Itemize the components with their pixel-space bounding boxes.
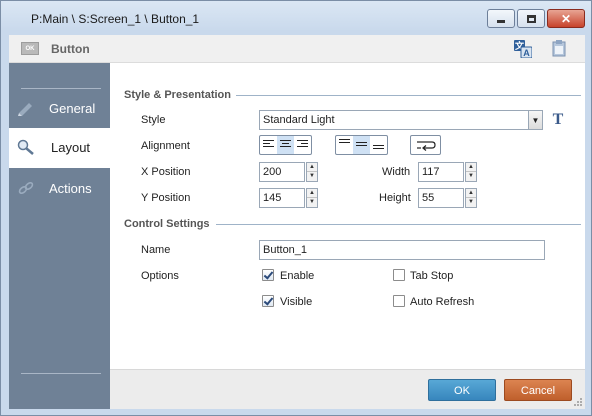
align-top-icon [339,139,350,145]
name-value: Button_1 [263,244,308,256]
button-control-icon: OK [21,42,39,55]
dialog-window: P:Main \ S:Screen_1 \ Button_1 ✕ OK Butt… [0,0,592,416]
svg-text:A: A [523,48,530,58]
name-field[interactable]: Button_1 [259,240,545,260]
close-button[interactable]: ✕ [547,9,585,28]
page-title: Button [51,42,90,56]
spin-down-icon[interactable]: ▼ [466,198,476,207]
align-top-button[interactable] [336,136,353,154]
width-stepper[interactable]: ▲ ▼ [465,162,477,182]
sidebar-item-general[interactable]: General [9,89,110,129]
y-position-input[interactable]: 145 [259,188,305,208]
section-style-presentation: Style & Presentation [124,89,231,101]
sidebar-item-actions[interactable]: Actions [9,169,110,209]
spin-up-icon[interactable]: ▲ [307,163,317,172]
height-value: 55 [422,192,435,204]
y-position-label: Y Position [141,192,191,204]
window-title: P:Main \ S:Screen_1 \ Button_1 [31,12,200,26]
section-divider [216,224,581,225]
height-input[interactable]: 55 [418,188,464,208]
dialog-header: OK Button 文 A [9,35,585,63]
sidebar-item-label: Layout [51,140,91,155]
x-position-stepper[interactable]: ▲ ▼ [306,162,318,182]
sidebar: General Layout Actions [9,63,110,409]
dialog-footer: OK Cancel [110,369,585,409]
x-position-input[interactable]: 200 [259,162,305,182]
tab-stop-checkbox[interactable] [393,269,405,281]
visible-label: Visible [280,296,313,308]
spin-up-icon[interactable]: ▲ [466,189,476,198]
spin-down-icon[interactable]: ▼ [307,172,317,181]
minimize-button[interactable] [487,9,515,28]
tab-stop-label: Tab Stop [410,270,454,282]
align-middle-button[interactable] [353,136,370,154]
translate-icon[interactable]: 文 A [514,40,532,58]
maximize-icon [526,14,536,23]
align-left-icon [263,140,274,149]
clipboard-icon[interactable] [552,40,566,57]
visible-checkbox[interactable] [262,295,274,307]
vertical-alignment-group [335,135,388,155]
section-divider [236,95,581,96]
minimize-icon [497,20,505,23]
height-stepper[interactable]: ▲ ▼ [465,188,477,208]
spin-down-icon[interactable]: ▼ [466,172,476,181]
spin-up-icon[interactable]: ▲ [466,163,476,172]
style-select-value: Standard Light [263,114,335,126]
horizontal-alignment-group [259,135,312,155]
enable-label: Enable [280,270,315,282]
align-right-button[interactable] [294,136,311,154]
title-bar[interactable]: P:Main \ S:Screen_1 \ Button_1 ✕ [1,1,591,35]
style-select[interactable]: Standard Light ▼ [259,110,543,130]
x-position-value: 200 [263,166,282,178]
cancel-button[interactable]: Cancel [504,379,572,401]
auto-refresh-checkbox[interactable] [393,295,405,307]
y-position-stepper[interactable]: ▲ ▼ [306,188,318,208]
chevron-down-icon[interactable]: ▼ [528,111,542,129]
close-icon: ✕ [560,11,572,26]
sidebar-item-layout[interactable]: Layout [9,128,110,168]
x-position-label: X Position [141,166,191,178]
name-label: Name [141,244,171,256]
style-label: Style [141,114,166,126]
ok-button[interactable]: OK [428,379,496,401]
sidebar-item-label: Actions [49,181,92,196]
text-style-button[interactable]: T [549,111,567,129]
align-bottom-button[interactable] [370,136,387,154]
width-value: 117 [422,166,440,178]
align-middle-icon [356,142,367,148]
width-input[interactable]: 117 [418,162,464,182]
width-label: Width [382,166,411,178]
options-label: Options [141,270,179,282]
y-position-value: 145 [263,192,282,204]
resize-grip-icon[interactable] [573,397,583,407]
maximize-button[interactable] [517,9,545,28]
align-bottom-icon [373,145,384,151]
link-icon [18,181,34,195]
magnifier-icon [17,139,34,155]
spin-up-icon[interactable]: ▲ [307,189,317,198]
height-label: Height [379,192,411,204]
sidebar-divider [21,373,101,374]
pencil-icon [18,103,32,116]
alignment-label: Alignment [141,140,190,152]
spin-down-icon[interactable]: ▼ [307,198,317,207]
word-wrap-button[interactable] [410,135,441,155]
layout-panel: Style & Presentation Style Standard Ligh… [110,63,585,369]
align-right-icon [297,140,308,149]
align-left-button[interactable] [260,136,277,154]
align-center-icon [280,140,291,149]
align-center-button[interactable] [277,136,294,154]
section-control-settings: Control Settings [124,218,210,230]
sidebar-item-label: General [49,101,96,116]
dialog-client: OK Button 文 A General Layout Actions Sty… [9,35,585,409]
enable-checkbox[interactable] [262,269,274,281]
word-wrap-icon [417,141,436,151]
auto-refresh-label: Auto Refresh [410,296,475,308]
